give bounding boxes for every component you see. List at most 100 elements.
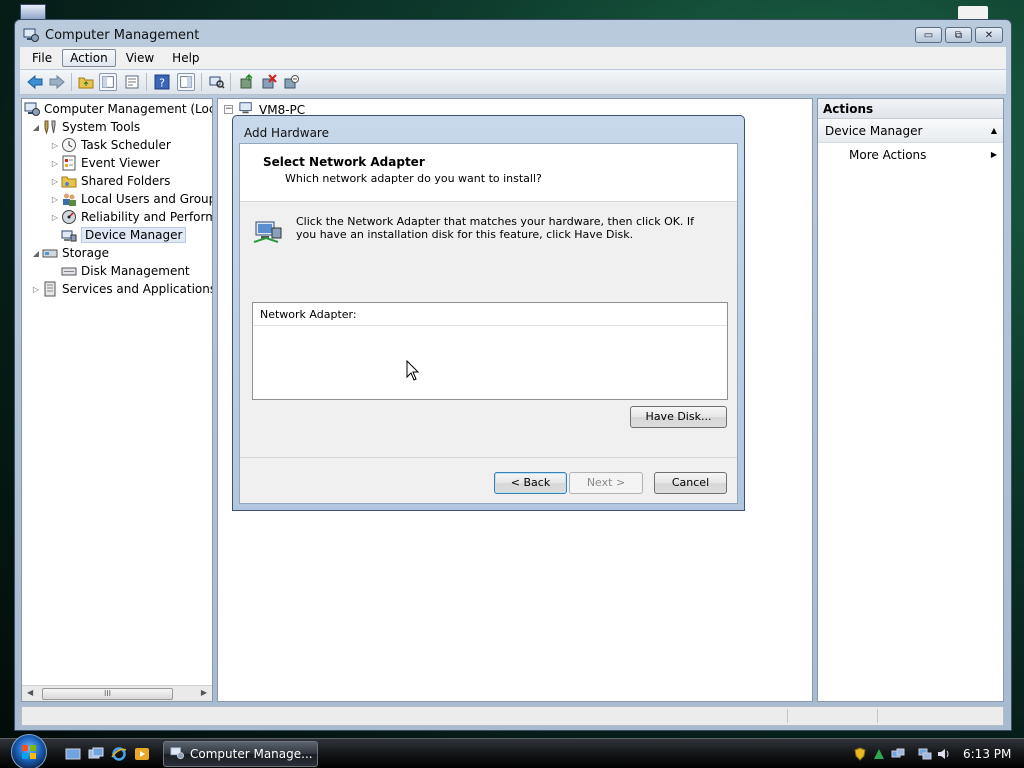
status-bar xyxy=(21,706,1004,726)
tree-item-local-users[interactable]: ▷ Local Users and Groups xyxy=(49,190,213,208)
dialog-title: Add Hardware xyxy=(244,126,329,140)
maximize-button[interactable]: ⧉ xyxy=(945,27,972,43)
actions-section-device-manager[interactable]: Device Manager ▲ xyxy=(818,119,1003,143)
more-actions-label: More Actions xyxy=(849,148,927,162)
taskbar-computer-management[interactable]: Computer Manage... xyxy=(163,741,318,767)
dialog-body: Select Network Adapter Which network ada… xyxy=(239,143,738,504)
tree-label: Task Scheduler xyxy=(81,138,171,152)
scrollbar-thumb[interactable]: III xyxy=(42,688,173,700)
up-folder-icon[interactable] xyxy=(77,73,95,91)
tree-label: Event Viewer xyxy=(81,156,160,170)
reliability-performance-icon xyxy=(61,209,77,225)
tree-item-computer-management[interactable]: Computer Management (Local xyxy=(24,100,213,118)
dialog-heading: Select Network Adapter xyxy=(263,155,425,169)
scroll-right-icon[interactable]: ▶ xyxy=(201,688,207,697)
menu-action[interactable]: Action xyxy=(62,49,116,67)
menu-file[interactable]: File xyxy=(24,49,60,67)
event-viewer-icon xyxy=(61,155,77,171)
storage-icon xyxy=(42,245,58,261)
collapsed-arrow-icon[interactable]: ▷ xyxy=(49,159,61,168)
tree-label: Local Users and Groups xyxy=(81,192,213,206)
uninstall-icon[interactable] xyxy=(260,73,278,91)
task-scheduler-icon xyxy=(61,137,77,153)
title-bar[interactable]: Computer Management ▭ ⧉ ✕ xyxy=(15,20,1011,48)
forward-icon[interactable] xyxy=(48,73,66,91)
network-icon[interactable] xyxy=(917,746,933,762)
tree-horizontal-scrollbar[interactable]: ◀ III ▶ xyxy=(22,685,212,701)
menu-view[interactable]: View xyxy=(118,49,162,67)
scan-hardware-icon[interactable] xyxy=(208,73,226,91)
next-button[interactable]: Next > xyxy=(569,472,643,494)
collapsed-arrow-icon[interactable]: ▷ xyxy=(49,141,61,150)
svg-text:?: ? xyxy=(159,77,165,90)
windows-logo-icon xyxy=(11,734,47,768)
menu-help[interactable]: Help xyxy=(164,49,207,67)
show-hide-tree-icon[interactable] xyxy=(99,73,117,91)
cancel-button[interactable]: Cancel xyxy=(654,472,727,494)
network-adapter-list[interactable]: Network Adapter: xyxy=(252,302,728,400)
tree-item-device-manager[interactable]: Device Manager xyxy=(49,226,187,244)
volume-icon[interactable] xyxy=(936,746,952,762)
tree-item-shared-folders[interactable]: ▷ Shared Folders xyxy=(49,172,170,190)
disk-management-icon xyxy=(61,263,77,279)
minimize-icon: ▭ xyxy=(923,29,934,41)
show-hide-action-pane-icon[interactable] xyxy=(177,73,195,91)
collapse-up-icon[interactable]: ▲ xyxy=(991,119,997,143)
tree-label: Services and Applications xyxy=(62,282,213,296)
scroll-left-icon[interactable]: ◀ xyxy=(27,688,33,697)
security-shield-icon[interactable] xyxy=(852,746,868,762)
expanded-arrow-icon[interactable]: ◢ xyxy=(30,249,42,258)
update-driver-icon[interactable] xyxy=(238,73,256,91)
collapse-icon[interactable]: − xyxy=(224,105,233,114)
back-icon[interactable] xyxy=(26,73,44,91)
mouse-cursor-icon xyxy=(406,360,420,381)
tree-item-task-scheduler[interactable]: ▷ Task Scheduler xyxy=(49,136,171,154)
safely-remove-hardware-icon[interactable] xyxy=(871,746,887,762)
actions-section-label: Device Manager xyxy=(825,124,923,138)
have-disk-button[interactable]: Have Disk... xyxy=(630,406,727,428)
dialog-subheading: Which network adapter do you want to ins… xyxy=(285,172,542,185)
maximize-icon: ⧉ xyxy=(954,29,963,41)
system-tools-icon xyxy=(42,119,58,135)
network-status-icon[interactable] xyxy=(890,746,906,762)
dialog-header: Select Network Adapter Which network ada… xyxy=(240,144,737,202)
desktop-icon[interactable] xyxy=(20,4,46,20)
back-button[interactable]: < Back xyxy=(494,472,567,494)
desktop-icon[interactable] xyxy=(958,6,988,20)
help-icon[interactable]: ? xyxy=(153,73,171,91)
minimize-button[interactable]: ▭ xyxy=(915,27,942,43)
tree-label: Computer Management (Local xyxy=(44,102,213,116)
tree-item-disk-management[interactable]: Disk Management xyxy=(49,262,190,280)
tree-item-event-viewer[interactable]: ▷ Event Viewer xyxy=(49,154,160,172)
collapsed-arrow-icon[interactable]: ▷ xyxy=(49,195,61,204)
close-button[interactable]: ✕ xyxy=(975,27,1003,43)
tree-label: Shared Folders xyxy=(81,174,171,188)
system-tray: 6:13 PM xyxy=(852,742,1022,766)
computer-management-icon xyxy=(23,28,39,42)
properties-icon[interactable] xyxy=(123,73,141,91)
collapsed-arrow-icon[interactable]: ▷ xyxy=(30,285,42,294)
clock[interactable]: 6:13 PM xyxy=(963,747,1011,761)
tree-label: Storage xyxy=(62,246,109,260)
internet-explorer-icon[interactable] xyxy=(111,746,127,762)
expanded-arrow-icon[interactable]: ◢ xyxy=(30,123,42,132)
collapsed-arrow-icon[interactable]: ▷ xyxy=(49,177,61,186)
computer-management-icon xyxy=(170,746,184,763)
tree-item-services-applications[interactable]: ▷ Services and Applications xyxy=(30,280,213,298)
device-manager-icon xyxy=(61,227,77,243)
disable-icon[interactable] xyxy=(282,73,300,91)
network-adapter-icon xyxy=(253,221,282,243)
more-actions-item[interactable]: More Actions ▶ xyxy=(818,143,1003,167)
window-title: Computer Management xyxy=(45,28,200,43)
switch-windows-icon[interactable] xyxy=(88,746,104,762)
media-player-icon[interactable] xyxy=(134,746,150,762)
collapsed-arrow-icon[interactable]: ▷ xyxy=(49,213,61,222)
start-button[interactable] xyxy=(8,734,50,768)
tree-item-system-tools[interactable]: ◢ System Tools xyxy=(30,118,140,136)
tree-label: System Tools xyxy=(62,120,141,134)
actions-header: Actions xyxy=(818,99,1003,119)
tree-item-storage[interactable]: ◢ Storage xyxy=(30,244,109,262)
tree-item-reliability-performance[interactable]: ▷ Reliability and Performa xyxy=(49,208,212,226)
shared-folder-icon xyxy=(61,173,77,189)
show-desktop-icon[interactable] xyxy=(65,746,81,762)
